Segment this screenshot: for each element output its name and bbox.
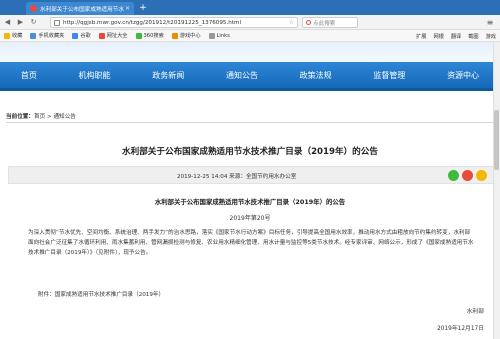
article-date: 2019年12月17日: [437, 326, 484, 332]
extension-item[interactable]: 翻译: [451, 33, 461, 40]
bookmark-label: Links: [216, 32, 230, 39]
search-input[interactable]: 点此搜索: [302, 17, 358, 28]
scrollbar-thumb[interactable]: [494, 110, 499, 170]
breadcrumb-prefix: 当前位置：: [6, 114, 34, 120]
bookmark-item[interactable]: 网址大全: [98, 32, 128, 39]
browser-tab[interactable]: 水利部关于公布国家成熟适用节水 ✕: [26, 2, 134, 15]
nav-item-notices[interactable]: 通知公告: [226, 70, 258, 81]
search-placeholder: 点此搜索: [313, 20, 336, 27]
scrollbar[interactable]: [493, 42, 500, 339]
bookmark-label: 手机收藏夹: [38, 33, 65, 39]
share-buttons: [448, 170, 487, 181]
extension-item[interactable]: 游戏: [486, 33, 496, 40]
star-icon: [4, 32, 10, 39]
nav-item-resources[interactable]: 资源中心: [447, 70, 479, 81]
url-field[interactable]: http://qgjsb.mwr.gov.cn/tzgg/201912/t201…: [50, 17, 298, 28]
qzone-icon[interactable]: [476, 170, 487, 181]
close-icon[interactable]: ✕: [125, 5, 130, 12]
nav-item-supervision[interactable]: 监督管理: [373, 70, 405, 81]
menu-icon[interactable]: ≡: [484, 17, 496, 28]
bookmark-item[interactable]: 手机收藏夹: [30, 32, 64, 39]
extension-item[interactable]: 扩展: [416, 33, 426, 40]
bookmark-item[interactable]: 360搜索: [135, 32, 164, 39]
bookmark-label: 谷歌: [80, 33, 91, 39]
bookmark-label: 网址大全: [106, 33, 128, 39]
folder-icon: [30, 32, 37, 39]
breadcrumb-current[interactable]: 通知公告: [53, 114, 75, 120]
nav-item-home[interactable]: 首页: [21, 70, 37, 81]
site-favicon-icon: [30, 5, 37, 12]
nav-divider: [0, 88, 500, 91]
toolbar-extensions: 扩展 网银 翻译 截图 游戏: [416, 30, 496, 41]
google-icon: [72, 32, 79, 39]
extension-item[interactable]: 截图: [468, 33, 478, 40]
article-title: 水利部关于公布国家成熟适用节水技术推广目录（2019年）的公告: [122, 147, 378, 157]
folder-icon: [208, 32, 215, 39]
extension-item[interactable]: 网银: [433, 33, 443, 40]
site-icon: [98, 32, 105, 39]
refresh-icon[interactable]: ↻: [29, 18, 38, 27]
bookmark-label: 游戏中心: [179, 33, 201, 39]
article-subtitle: 水利部关于公布国家成熟适用节水技术推广目录（2019年）的公告: [154, 198, 346, 206]
bookmark-star-icon[interactable]: ☆: [289, 19, 294, 26]
tab-title: 水利部关于公布国家成熟适用节水: [40, 6, 124, 13]
back-icon[interactable]: ◀: [3, 18, 12, 27]
url-text: http://qgjsb.mwr.gov.cn/tzgg/201912/t201…: [63, 19, 242, 26]
article-signature: 水利部: [466, 309, 484, 315]
forward-icon[interactable]: ▶: [16, 18, 25, 27]
breadcrumb-home[interactable]: 首页: [34, 114, 45, 120]
address-bar: ◀ ▶ ↻ http://qgjsb.mwr.gov.cn/tzgg/20191…: [0, 15, 500, 30]
new-tab-button[interactable]: +: [138, 3, 148, 13]
main-nav: 首页 机构职能 政务新闻 通知公告 政策法规 监督管理 资源中心: [0, 62, 500, 88]
game-icon: [171, 32, 178, 39]
nav-item-policies[interactable]: 政策法规: [300, 70, 332, 81]
article-meta-bar: 2019-12-25 14:04 来源：全国节约用水办公室: [8, 166, 494, 184]
page-info-icon[interactable]: [54, 19, 60, 26]
article-body: 为深入贯彻“节水优先、空间均衡、系统治理、两手发力”的治水思路，落实《国家节水行…: [28, 230, 474, 256]
attachment-link[interactable]: 附件：国家成熟适用节水技术推广目录（2019年）: [38, 290, 164, 298]
tab-bar: 水利部关于公布国家成熟适用节水 ✕ +: [0, 0, 500, 15]
article-meta: 2019-12-25 14:04 来源：全国节约用水办公室: [177, 174, 297, 180]
bookmark-item[interactable]: 游戏中心: [171, 32, 201, 39]
site-icon: [135, 32, 142, 39]
bookmark-item[interactable]: 收藏: [4, 32, 22, 39]
bookmarks-bar: 收藏 手机收藏夹 谷歌 网址大全 360搜索 游戏中心 Links 扩展 网银 …: [0, 30, 500, 42]
divider: [6, 122, 496, 123]
bookmark-item[interactable]: 谷歌: [72, 32, 91, 39]
nav-item-functions[interactable]: 机构职能: [79, 70, 111, 81]
weibo-icon[interactable]: [462, 170, 473, 181]
bookmark-label: 收藏: [12, 33, 23, 39]
bookmark-item[interactable]: Links: [208, 32, 230, 39]
wechat-icon[interactable]: [448, 170, 459, 181]
document-number: 2019年第20号: [229, 215, 271, 222]
search-icon: [306, 20, 311, 25]
breadcrumb: 当前位置：首页 > 通知公告: [6, 112, 76, 120]
bookmark-label: 360搜索: [143, 33, 164, 39]
site-banner: [0, 42, 500, 62]
nav-item-news[interactable]: 政务新闻: [152, 70, 184, 81]
